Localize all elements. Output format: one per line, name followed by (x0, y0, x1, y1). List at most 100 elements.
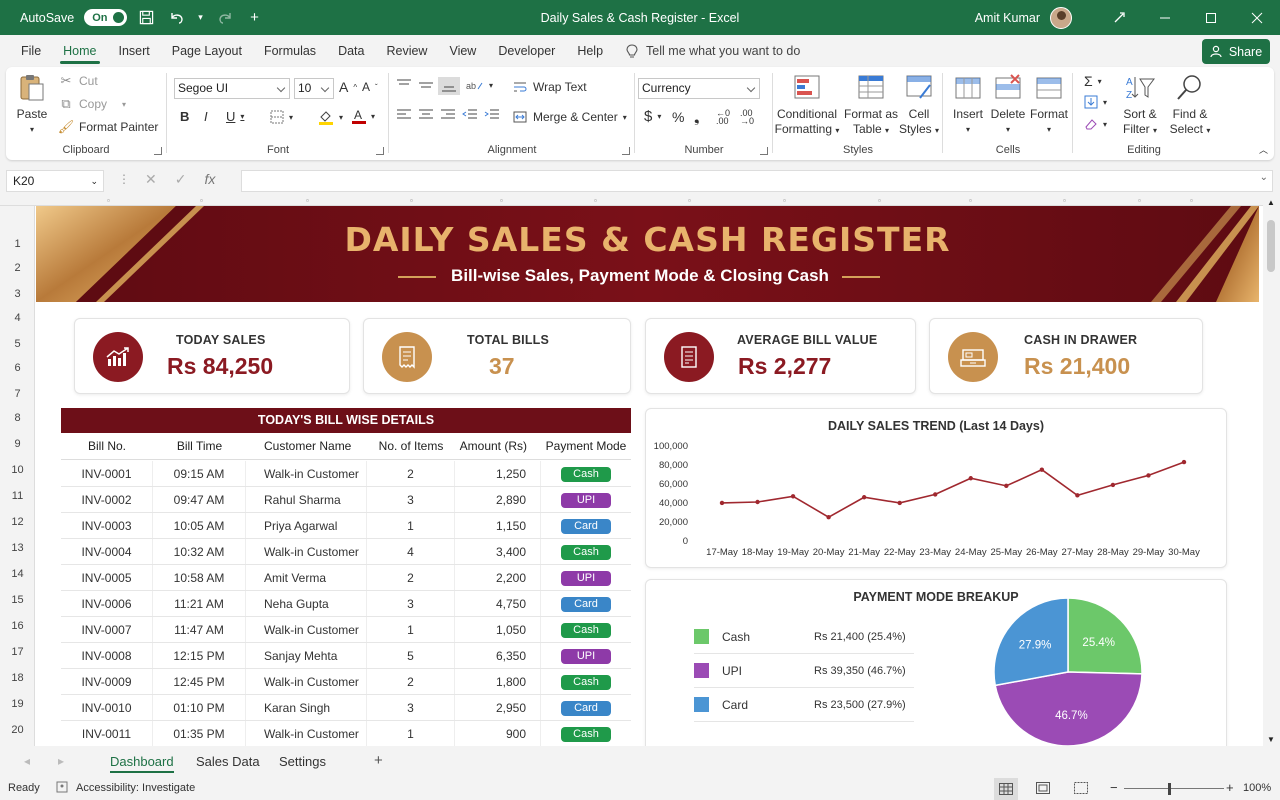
insert-function-icon[interactable]: fx (204, 171, 215, 188)
tab-view[interactable]: View (438, 35, 487, 67)
row-number[interactable]: 3 (0, 288, 35, 300)
bold-icon[interactable]: B (180, 109, 189, 124)
shrink-font-icon[interactable]: Aˇ (362, 80, 378, 94)
format-painter-button[interactable]: 🖌 Format Painter (58, 119, 159, 135)
column-marker[interactable]: ▫ (1063, 196, 1066, 205)
tab-review[interactable]: Review (375, 35, 438, 67)
column-headers[interactable]: ▫ ▫ ▫ ▫ ▫ ▫ ▫ ▫ ▫ ▫ ▫ ▫ ▫ (0, 194, 1280, 206)
cancel-icon[interactable]: ✕ (145, 171, 157, 188)
zoom-out-icon[interactable]: − (1110, 780, 1118, 795)
accessibility-status[interactable]: Accessibility: Investigate (76, 782, 195, 794)
row-number[interactable]: 4 (0, 312, 35, 324)
table-row[interactable]: INV-0010 01:10 PM Karan Singh 3 2,950 Card (61, 695, 631, 721)
clear-icon[interactable]: ▾ (1084, 117, 1107, 131)
row-number[interactable]: 13 (0, 542, 35, 554)
row-number[interactable]: 10 (0, 464, 35, 476)
zoom-slider-thumb[interactable] (1168, 783, 1171, 795)
worksheet[interactable]: ▫ ▫ ▫ ▫ ▫ ▫ ▫ ▫ ▫ ▫ ▫ ▫ ▫ 1 2 3 4 5 6 7 8 9 10 11 12 13 14 15 16 17 1… (0, 194, 1280, 746)
column-marker[interactable]: ▫ (410, 196, 413, 205)
add-sheet-icon[interactable]: + (374, 752, 383, 769)
row-number[interactable]: 7 (0, 388, 35, 400)
zoom-level[interactable]: 100% (1243, 782, 1271, 794)
borders-icon[interactable]: ▾ (270, 110, 293, 124)
scroll-down-icon[interactable]: ▼ (1267, 735, 1275, 744)
column-marker[interactable]: ▫ (783, 196, 786, 205)
delete-cells-button[interactable]: Delete ▾ (990, 73, 1026, 137)
increase-indent-icon[interactable] (484, 109, 500, 121)
row-number[interactable]: 2 (0, 262, 35, 274)
column-marker[interactable]: ▫ (594, 196, 597, 205)
name-box[interactable]: K20 ⌄ (6, 170, 104, 192)
increase-decimal-icon[interactable]: ←0.00 (716, 109, 730, 126)
page-break-view-icon[interactable] (1074, 782, 1088, 797)
percent-icon[interactable]: % (672, 109, 684, 125)
row-number[interactable]: 16 (0, 620, 35, 632)
find-select-button[interactable]: Find & Select ▾ (1168, 73, 1212, 138)
row-number[interactable]: 20 (0, 724, 35, 736)
tab-home[interactable]: Home (52, 35, 107, 67)
tab-page-layout[interactable]: Page Layout (161, 35, 253, 67)
fill-icon[interactable]: ▾ (1084, 95, 1107, 109)
conditional-formatting-button[interactable]: Conditional Formatting ▾ (774, 73, 840, 138)
enter-icon[interactable]: ✓ (175, 171, 187, 188)
tab-help[interactable]: Help (566, 35, 614, 67)
font-size-select[interactable]: 10 (294, 78, 334, 99)
fill-color-icon[interactable]: ▾ (318, 109, 343, 125)
row-headers[interactable]: 1 2 3 4 5 6 7 8 9 10 11 12 13 14 15 16 17 18 19 20 (0, 206, 35, 746)
column-marker[interactable]: ▫ (1190, 196, 1193, 205)
tell-me-search[interactable]: Tell me what you want to do (626, 43, 800, 59)
format-cells-button[interactable]: Format ▾ (1030, 73, 1068, 137)
formula-input[interactable] (241, 170, 1273, 192)
tab-insert[interactable]: Insert (108, 35, 161, 67)
avatar[interactable] (1050, 6, 1072, 29)
row-number[interactable]: 19 (0, 698, 35, 710)
number-launcher[interactable] (760, 147, 768, 155)
align-bottom-icon[interactable] (438, 77, 460, 95)
align-right-icon[interactable] (440, 109, 456, 121)
font-name-select[interactable]: Segoe UI (174, 78, 290, 99)
maximize-button[interactable] (1188, 0, 1234, 35)
sheet-tab-sales-data[interactable]: Sales Data (188, 746, 268, 778)
cut-button[interactable]: ✂ Cut (58, 73, 98, 89)
user-name[interactable]: Amit Kumar (975, 11, 1040, 25)
chevron-down-icon[interactable]: ▾ (197, 8, 205, 28)
orientation-icon[interactable]: ab ▾ (466, 79, 493, 92)
vertical-scrollbar[interactable]: ▲ ▼ (1263, 198, 1280, 746)
decrease-decimal-icon[interactable]: .00 →0 (740, 109, 754, 126)
tab-data[interactable]: Data (327, 35, 375, 67)
save-icon[interactable] (137, 8, 157, 28)
column-marker[interactable]: ▫ (200, 196, 203, 205)
column-marker[interactable]: ▫ (688, 196, 691, 205)
row-number[interactable]: 9 (0, 438, 35, 450)
redo-icon[interactable] (215, 8, 235, 28)
page-layout-view-icon[interactable] (1036, 782, 1050, 797)
scroll-up-icon[interactable]: ▲ (1267, 198, 1275, 207)
undo-icon[interactable] (167, 8, 187, 28)
align-middle-icon[interactable] (418, 79, 434, 91)
cell-styles-button[interactable]: Cell Styles ▾ (898, 73, 940, 138)
number-format-select[interactable]: Currency (638, 78, 760, 99)
row-number[interactable]: 14 (0, 568, 35, 580)
tab-scroll-right-icon[interactable]: ▸ (58, 754, 64, 768)
row-number[interactable]: 6 (0, 362, 35, 374)
column-marker[interactable]: ▫ (306, 196, 309, 205)
customize-quick-access-icon[interactable]: + (245, 8, 265, 28)
copy-button[interactable]: ⧉ Copy ▾ (58, 96, 126, 112)
tab-scroll-left-icon[interactable]: ◂ (24, 754, 30, 768)
scroll-thumb[interactable] (1267, 220, 1275, 272)
font-color-icon[interactable]: A ▾ (352, 108, 375, 124)
table-row[interactable]: INV-0005 10:58 AM Amit Verma 2 2,200 UPI (61, 565, 631, 591)
autosave-toggle[interactable]: On (84, 9, 127, 26)
align-center-icon[interactable] (418, 109, 434, 121)
wrap-text-button[interactable]: Wrap Text (512, 79, 587, 95)
share-button[interactable]: Share (1202, 39, 1270, 64)
sort-filter-button[interactable]: AZ Sort & Filter ▾ (1118, 73, 1162, 138)
close-button[interactable] (1234, 0, 1280, 35)
merge-center-button[interactable]: Merge & Center ▾ (512, 109, 627, 125)
table-row[interactable]: INV-0008 12:15 PM Sanjay Mehta 5 6,350 UPI (61, 643, 631, 669)
column-marker[interactable]: ▫ (500, 196, 503, 205)
insert-cells-button[interactable]: Insert ▾ (950, 73, 986, 137)
table-row[interactable]: INV-0009 12:45 PM Walk-in Customer 2 1,800 Ca… (61, 669, 631, 695)
normal-view-icon[interactable] (994, 778, 1018, 800)
table-row[interactable]: INV-0004 10:32 AM Walk-in Customer 4 3,400 Ca… (61, 539, 631, 565)
